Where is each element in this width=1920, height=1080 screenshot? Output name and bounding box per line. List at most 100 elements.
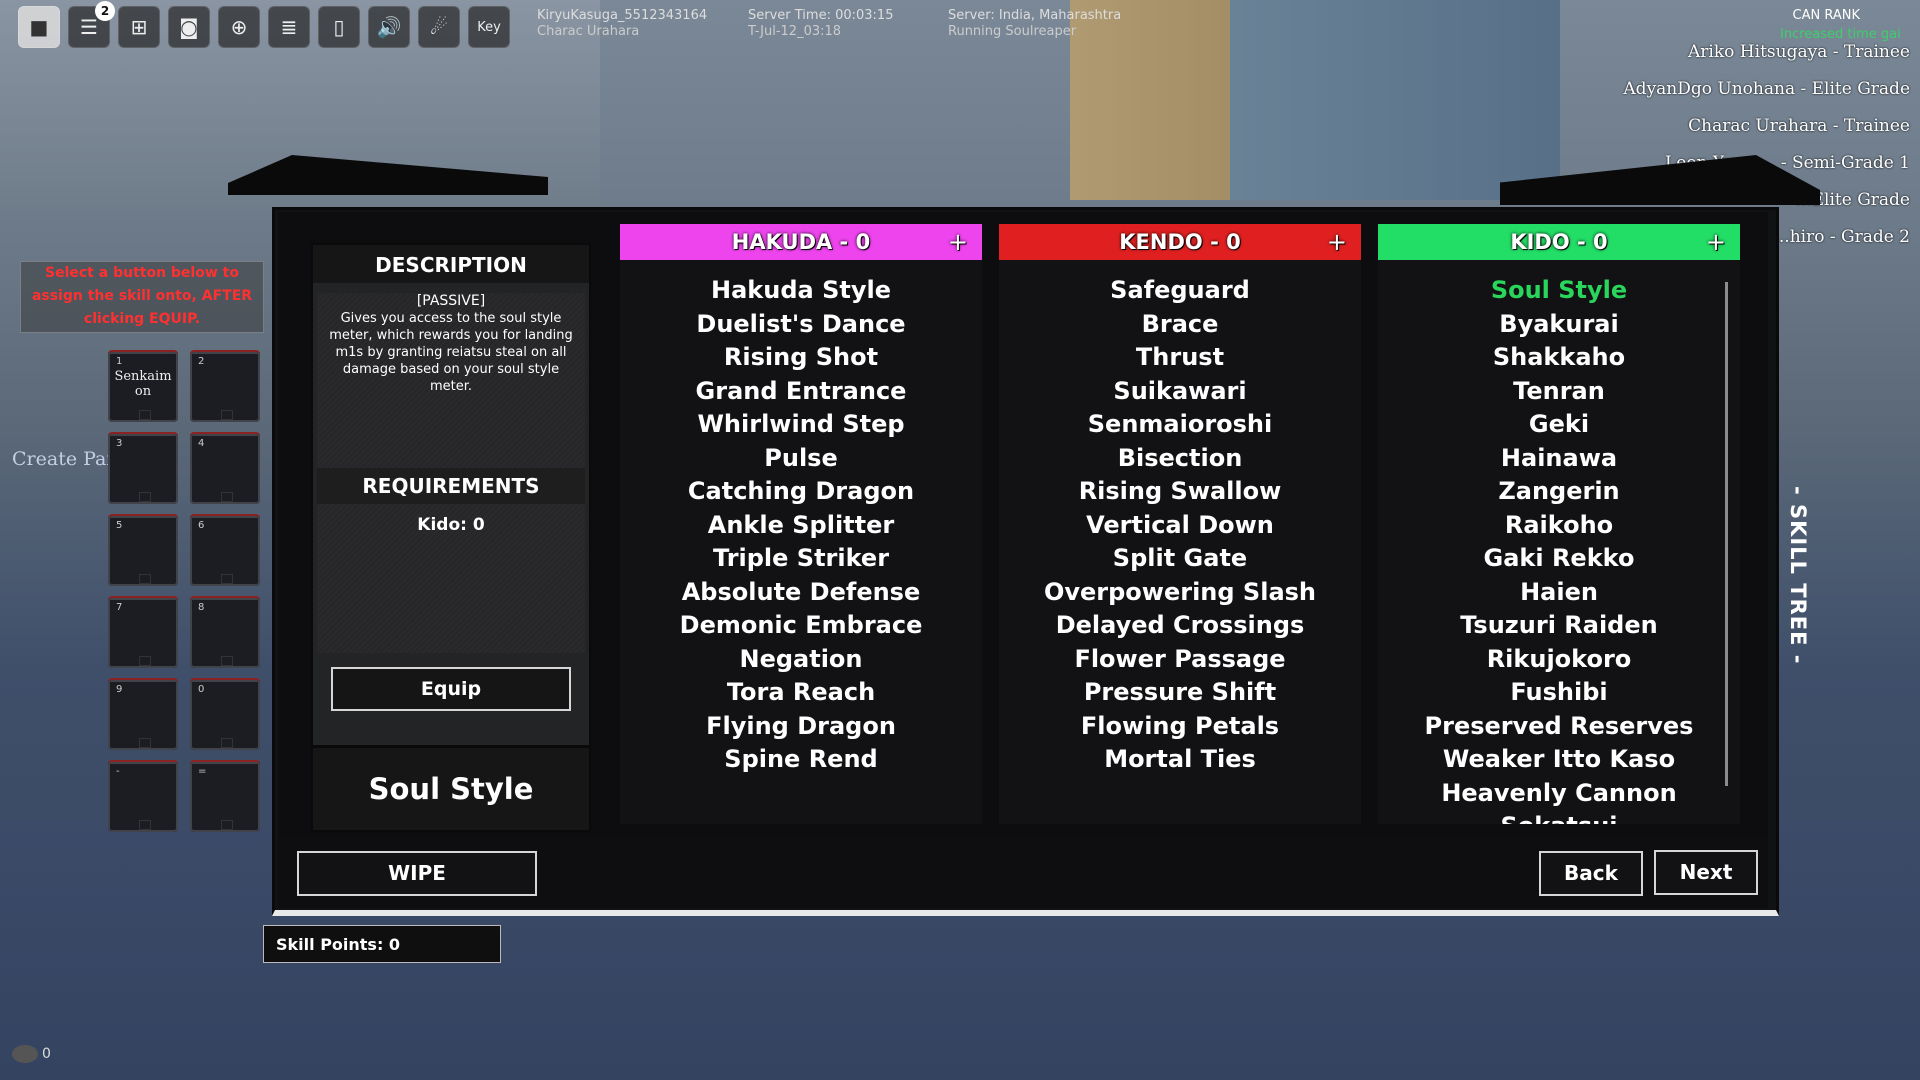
door-button[interactable]: ▯ <box>318 6 360 48</box>
slot-indicator <box>221 410 233 420</box>
skill-item[interactable]: Safeguard <box>999 274 1361 308</box>
emote-button[interactable]: ☄ <box>418 6 460 48</box>
roblox-menu-button[interactable]: ■ <box>18 6 60 48</box>
hotbar-slot[interactable]: 3 <box>108 432 178 504</box>
skill-item[interactable]: Split Gate <box>999 542 1361 576</box>
skill-tree-side-tab[interactable]: - SKILL TREE - <box>1780 480 1810 670</box>
hotbar-slot[interactable]: 2 <box>190 350 260 422</box>
skill-item[interactable]: Zangerin <box>1378 475 1740 509</box>
skill-item[interactable]: Fushibi <box>1378 676 1740 710</box>
skill-item[interactable]: Haien <box>1378 576 1740 610</box>
skill-item[interactable]: Flowing Petals <box>999 710 1361 744</box>
chat-button[interactable]: ☰ 2 <box>68 1 115 48</box>
skill-item[interactable]: Brace <box>999 308 1361 342</box>
skill-item[interactable]: Demonic Embrace <box>620 609 982 643</box>
currency-icon <box>12 1045 38 1063</box>
hakuda-column: HAKUDA - 0 + Hakuda Style Duelist's Dance… <box>620 224 982 824</box>
skill-item[interactable]: Whirlwind Step <box>620 408 982 442</box>
description-heading: DESCRIPTION <box>313 245 589 283</box>
slot-number: 1 <box>116 356 123 367</box>
skill-item[interactable]: Flower Passage <box>999 643 1361 677</box>
skill-item[interactable]: Hakuda Style <box>620 274 982 308</box>
back-button[interactable]: Back <box>1539 851 1643 896</box>
skill-item[interactable]: Negation <box>620 643 982 677</box>
skill-item[interactable]: Byakurai <box>1378 308 1740 342</box>
equip-button[interactable]: Equip <box>331 667 571 711</box>
wipe-button[interactable]: WIPE <box>297 851 537 896</box>
hotbar-slot[interactable]: 6 <box>190 514 260 586</box>
skill-item[interactable]: Tora Reach <box>620 676 982 710</box>
hotbar-slot[interactable]: 1 Senkaim on <box>108 350 178 422</box>
key-button[interactable]: Key <box>468 6 510 48</box>
skill-item[interactable]: Pulse <box>620 442 982 476</box>
kendo-title: KENDO - 0 <box>1119 230 1241 254</box>
skill-item[interactable]: Spine Rend <box>620 743 982 777</box>
hotbar-slot[interactable]: 0 <box>190 678 260 750</box>
skill-item[interactable]: Absolute Defense <box>620 576 982 610</box>
skill-item[interactable]: Sokatsui <box>1378 810 1740 824</box>
slot-indicator <box>139 656 151 666</box>
skill-item[interactable]: Pressure Shift <box>999 676 1361 710</box>
hotbar-slot[interactable]: 9 <box>108 678 178 750</box>
skill-item[interactable]: Tsuzuri Raiden <box>1378 609 1740 643</box>
slot-number: 9 <box>116 684 123 695</box>
kendo-add-button[interactable]: + <box>1327 224 1347 261</box>
slot-number: 3 <box>116 438 123 449</box>
emote-icon: ☄ <box>430 15 448 39</box>
hotbar-slot[interactable]: - <box>108 760 178 832</box>
skill-item[interactable]: Catching Dragon <box>620 475 982 509</box>
skill-item[interactable]: Mortal Ties <box>999 743 1361 777</box>
skill-item[interactable]: Senmaioroshi <box>999 408 1361 442</box>
skill-item[interactable]: Thrust <box>999 341 1361 375</box>
server-status: Running Soulreaper <box>948 24 1077 39</box>
kido-add-button[interactable]: + <box>1706 224 1726 261</box>
list-button[interactable]: ≣ <box>268 6 310 48</box>
skill-item[interactable]: Shakkaho <box>1378 341 1740 375</box>
slot-number: 0 <box>198 684 205 695</box>
skill-item[interactable]: Geki <box>1378 408 1740 442</box>
description-body: [PASSIVE] Gives you access to the soul s… <box>317 293 585 653</box>
skill-item[interactable]: Overpowering Slash <box>999 576 1361 610</box>
hotbar-slot[interactable]: 5 <box>108 514 178 586</box>
skill-item[interactable]: Weaker Itto Kaso <box>1378 743 1740 777</box>
skill-item[interactable]: Heavenly Cannon <box>1378 777 1740 811</box>
volume-button[interactable]: 🔊 <box>368 6 410 48</box>
skill-item[interactable]: Rikujokoro <box>1378 643 1740 677</box>
skill-item[interactable]: Rising Swallow <box>999 475 1361 509</box>
download-button[interactable]: ⊕ <box>218 6 260 48</box>
next-button[interactable]: Next <box>1654 850 1758 895</box>
skill-item[interactable]: Vertical Down <box>999 509 1361 543</box>
skill-item[interactable]: Bisection <box>999 442 1361 476</box>
skill-item[interactable]: Gaki Rekko <box>1378 542 1740 576</box>
skill-item[interactable]: Triple Striker <box>620 542 982 576</box>
skill-item[interactable]: Soul Style <box>1378 274 1740 308</box>
hotbar-slot[interactable]: = <box>190 760 260 832</box>
slot-number: 7 <box>116 602 123 613</box>
skill-item[interactable]: Raikoho <box>1378 509 1740 543</box>
slot-skill-name: Senkaim on <box>114 369 172 399</box>
volume-icon: 🔊 <box>376 15 402 39</box>
hakuda-add-button[interactable]: + <box>948 224 968 261</box>
skill-item[interactable]: Ankle Splitter <box>620 509 982 543</box>
skill-item[interactable]: Delayed Crossings <box>999 609 1361 643</box>
character-name: Charac Urahara <box>537 24 640 39</box>
skill-item[interactable]: Duelist's Dance <box>620 308 982 342</box>
camera-button[interactable]: ◙ <box>168 6 210 48</box>
skill-item[interactable]: Flying Dragon <box>620 710 982 744</box>
kido-scrollbar[interactable] <box>1725 282 1728 786</box>
skill-item[interactable]: Preserved Reserves <box>1378 710 1740 744</box>
server-time: Server Time: 00:03:15 <box>748 8 894 23</box>
counter-value: 0 <box>42 1046 51 1062</box>
slot-indicator <box>139 738 151 748</box>
skill-item[interactable]: Suikawari <box>999 375 1361 409</box>
skill-item[interactable]: Hainawa <box>1378 442 1740 476</box>
hotbar-slot[interactable]: 7 <box>108 596 178 668</box>
skill-item[interactable]: Rising Shot <box>620 341 982 375</box>
gift-button[interactable]: ⊞ <box>118 6 160 48</box>
hotbar-slot[interactable]: 4 <box>190 432 260 504</box>
slot-indicator <box>139 492 151 502</box>
hotbar-slot[interactable]: 8 <box>190 596 260 668</box>
skill-item[interactable]: Grand Entrance <box>620 375 982 409</box>
skill-item[interactable]: Tenran <box>1378 375 1740 409</box>
top-toolbar: ■ ☰ 2 ⊞ ◙ ⊕ ≣ ▯ 🔊 ☄ Key <box>18 1 510 48</box>
